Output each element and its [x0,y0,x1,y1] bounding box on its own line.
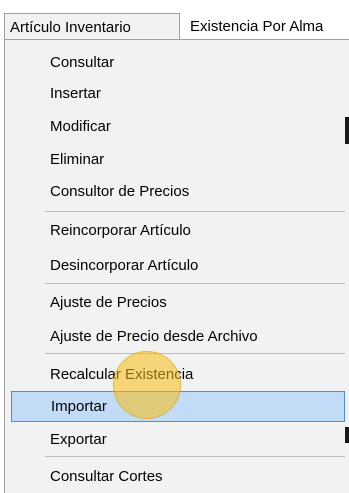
click-indicator [113,351,181,419]
menubar-item-existencia-por-almacen[interactable]: Existencia Por Alma [185,13,323,40]
menu-separator [45,283,345,284]
menu-separator [45,456,345,457]
menu-separator [45,211,345,212]
menu-item-consultar-cortes[interactable]: Consultar Cortes [6,461,345,492]
menu-item-exportar[interactable]: Exportar [6,424,345,455]
background-window-edge [345,427,349,443]
menu-item-reincorporar-articulo[interactable]: Reincorporar Artículo [6,215,345,246]
menu-item-ajuste-de-precios[interactable]: Ajuste de Precios [6,287,345,318]
menu-item-insertar[interactable]: Insertar [6,78,345,109]
menu-item-desincorporar-articulo[interactable]: Desincorporar Artículo [6,250,345,281]
menubar-item-articulo-inventario[interactable]: Artículo Inventario [4,13,180,40]
menu-item-eliminar[interactable]: Eliminar [6,144,345,175]
dropdown-menu: Consultar Insertar Modificar Eliminar Co… [4,39,349,493]
menu-item-consultar[interactable]: Consultar [6,47,345,78]
menu-item-ajuste-de-precio-desde-archivo[interactable]: Ajuste de Precio desde Archivo [6,321,345,352]
background-window-edge [345,117,349,144]
menu-bar: Artículo Inventario Existencia Por Alma [0,0,349,40]
menu-item-consultor-de-precios[interactable]: Consultor de Precios [6,176,345,207]
menu-item-modificar[interactable]: Modificar [6,111,345,142]
menu-separator [45,353,345,354]
